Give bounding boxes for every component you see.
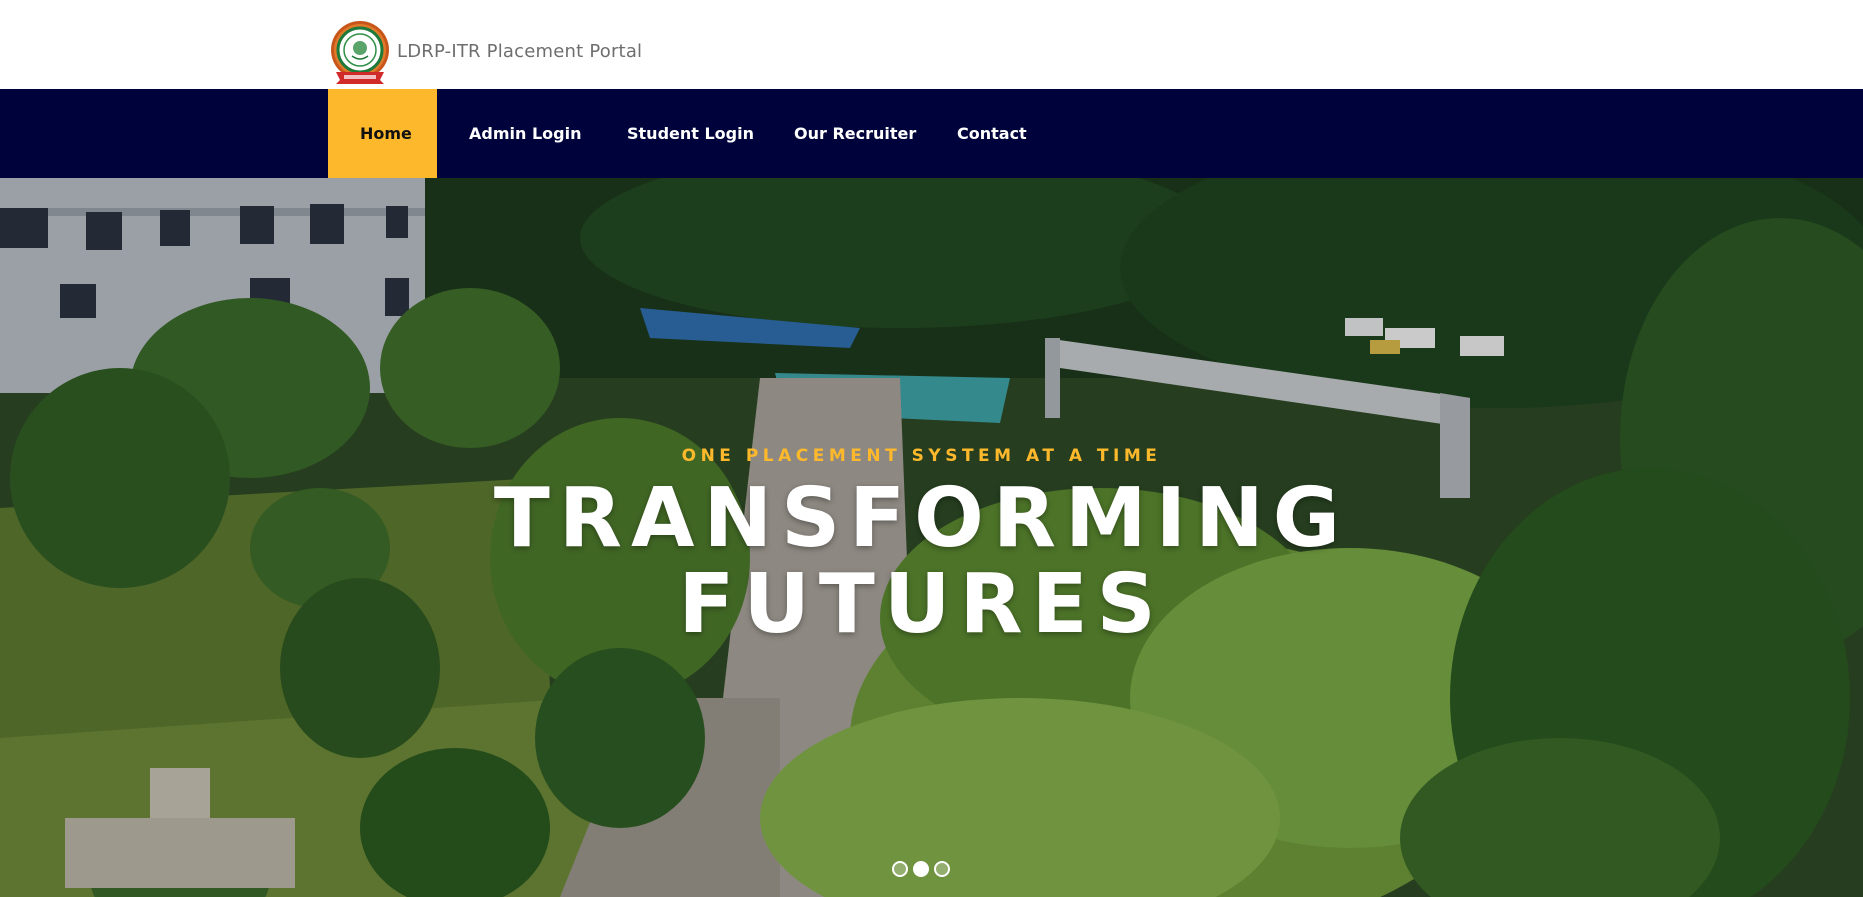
college-seal-logo[interactable] [330, 18, 390, 86]
main-nav: Home Admin Login Student Login Our Recru… [0, 89, 1863, 178]
carousel-dot-1[interactable] [892, 861, 908, 877]
carousel-dot-3[interactable] [934, 861, 950, 877]
nav-admin-login[interactable]: Admin Login [469, 89, 581, 178]
nav-contact[interactable]: Contact [957, 89, 1027, 178]
brand-title: LDRP-ITR Placement Portal [397, 41, 643, 62]
hero-title-line-2: FUTURES [678, 557, 1165, 652]
site-header: LDRP-ITR Placement Portal [0, 0, 1863, 89]
hero-title-line-1: TRANSFORMING [493, 471, 1350, 566]
carousel-dot-2[interactable] [913, 861, 929, 877]
nav-home[interactable]: Home [328, 89, 437, 178]
hero-carousel: ONE PLACEMENT SYSTEM AT A TIME TRANSFORM… [0, 178, 1863, 897]
nav-student-login[interactable]: Student Login [627, 89, 754, 178]
nav-our-recruiter[interactable]: Our Recruiter [794, 89, 916, 178]
hero-tagline: ONE PLACEMENT SYSTEM AT A TIME [681, 446, 1162, 466]
hero-title: TRANSFORMING FUTURES [0, 476, 1843, 648]
